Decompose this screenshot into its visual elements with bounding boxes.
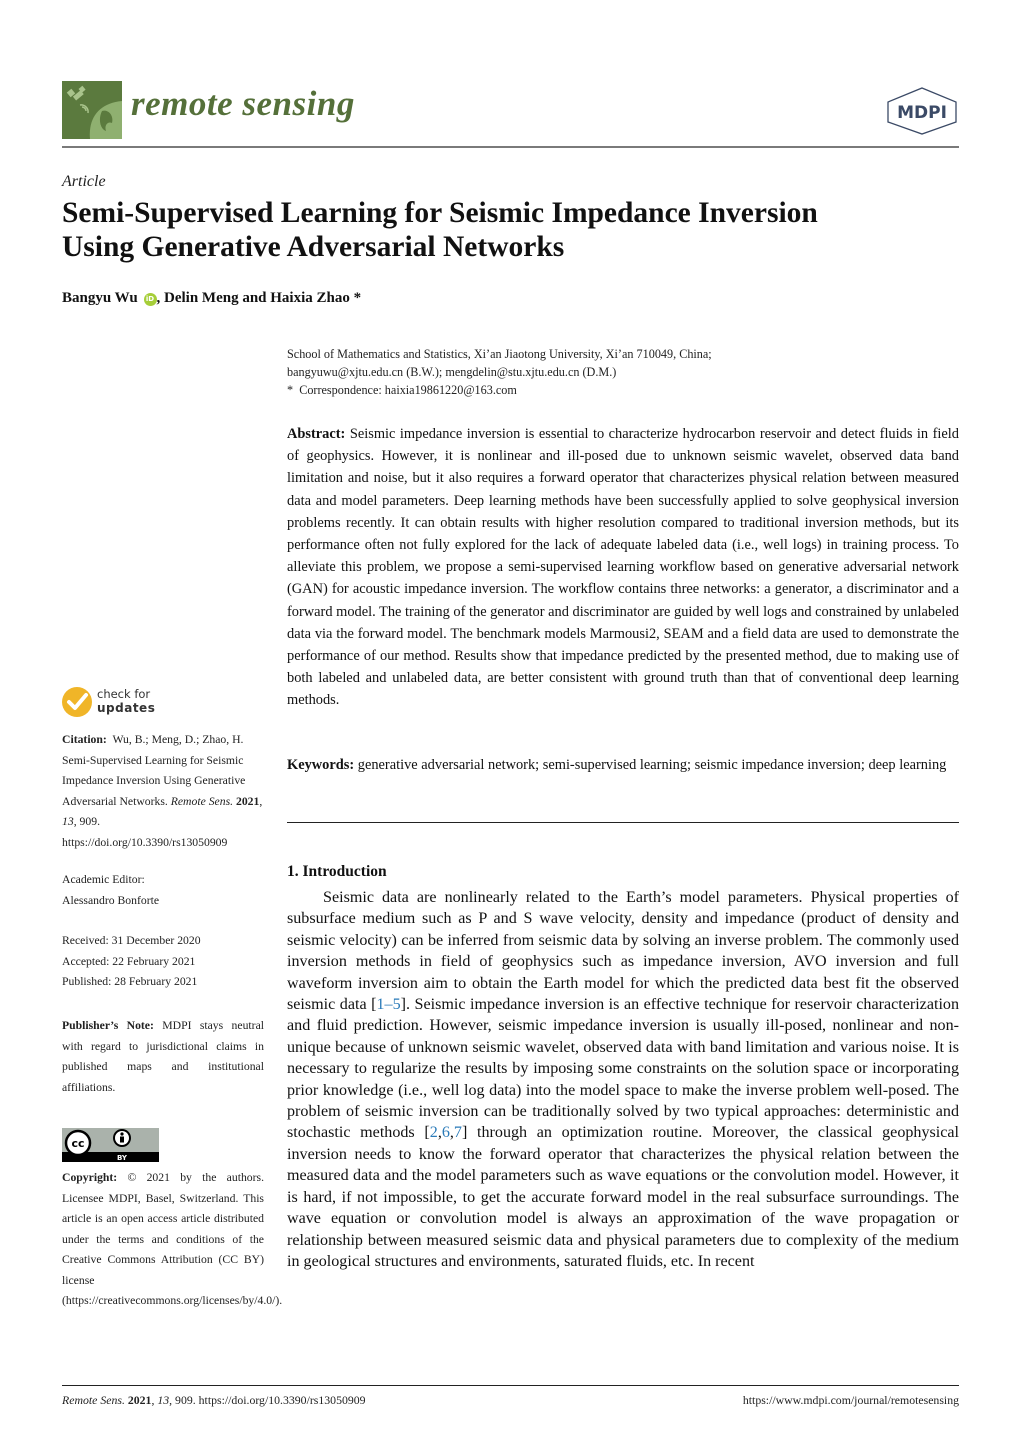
citation-year: 2021 xyxy=(235,794,260,808)
checkmark-icon xyxy=(62,687,92,717)
publisher-note-label: Publisher’s Note: xyxy=(62,1019,154,1032)
copyright-text: © 2021 by the authors. Licensee MDPI, Ba… xyxy=(62,1171,283,1307)
affiliation-block: School of Mathematics and Statistics, Xi… xyxy=(287,345,959,399)
citation-link[interactable]: 2 xyxy=(430,1124,438,1141)
paragraph-text: Seismic data are nonlinearly related to … xyxy=(287,889,959,1014)
footer-journal: Remote Sens. xyxy=(62,1393,125,1407)
check-updates-label: updates xyxy=(97,701,156,715)
abstract-label: Abstract: xyxy=(287,426,346,442)
footer-journal-url[interactable]: https://www.mdpi.com/journal/remotesensi… xyxy=(743,1393,959,1408)
header-divider xyxy=(62,146,959,148)
paragraph-text: ]. Seismic impedance inversion is an eff… xyxy=(287,996,960,1142)
cc-by-text: BY xyxy=(117,1154,128,1162)
affiliation-line: School of Mathematics and Statistics, Xi… xyxy=(287,347,712,361)
footer-citation: Remote Sens. 2021, 13, 909. https://doi.… xyxy=(62,1393,366,1407)
academic-editor: Academic Editor: Alessandro Bonforte xyxy=(62,870,264,911)
author-list: Bangyu Wu iD, Delin Meng and Haixia Zhao… xyxy=(62,290,361,307)
keywords-text: generative adversarial network; semi-sup… xyxy=(357,757,947,773)
title-line-2: Using Generative Adversarial Networks xyxy=(62,231,565,263)
publication-dates: Received: 31 December 2020 Accepted: 22 … xyxy=(62,931,264,993)
mdpi-logo-text: MDPI xyxy=(897,103,947,123)
author-separator: and xyxy=(238,290,271,306)
published-date: Published: 28 February 2021 xyxy=(62,975,198,988)
copyright-block: Copyright: © 2021 by the authors. Licens… xyxy=(62,1168,282,1312)
author-separator: , xyxy=(156,290,164,306)
journal-name: remote sensing xyxy=(131,84,355,123)
author-name: Bangyu Wu xyxy=(62,290,138,306)
keywords-label: Keywords: xyxy=(287,757,355,773)
correspondence-line: * Correspondence: haixia19861220@163.com xyxy=(287,381,959,399)
check-updates-label: check for xyxy=(97,687,151,701)
orcid-icon[interactable]: iD xyxy=(143,293,157,306)
footer-divider xyxy=(62,1385,959,1386)
paragraph-text: ] through an optimization routine. Moreo… xyxy=(287,1124,960,1270)
abstract: Abstract: Seismic impedance inversion is… xyxy=(287,423,959,712)
corresponding-mark: * xyxy=(349,290,362,306)
author-name: Haixia Zhao xyxy=(270,290,350,306)
mdpi-logo-icon: MDPI xyxy=(884,86,960,136)
title-line-1: Semi-Supervised Learning for Seismic Imp… xyxy=(62,197,818,229)
citation-journal: Remote Sens. xyxy=(170,794,234,808)
journal-logo-icon xyxy=(62,81,122,139)
cc-by-license-icon[interactable]: cc BY xyxy=(62,1128,159,1162)
citation-link[interactable]: 1–5 xyxy=(377,996,401,1013)
citation-volume: 13 xyxy=(62,815,74,828)
section-heading-introduction: 1. Introduction xyxy=(287,863,387,880)
correspondence-mark: * xyxy=(287,383,294,397)
abstract-text: Seismic impedance inversion is essential… xyxy=(287,426,959,709)
accepted-date: Accepted: 22 February 2021 xyxy=(62,954,196,968)
correspondence-email[interactable]: Correspondence: haixia19861220@163.com xyxy=(299,383,517,397)
citation-link[interactable]: 7 xyxy=(454,1124,462,1141)
footer-doi-link[interactable]: , 909. https://doi.org/10.3390/rs1305090… xyxy=(169,1393,365,1407)
editor-name: Alessandro Bonforte xyxy=(62,893,160,907)
section-divider xyxy=(287,822,959,823)
footer-volume: 13 xyxy=(157,1393,170,1407)
article-type: Article xyxy=(62,173,106,190)
received-date: Received: 31 December 2020 xyxy=(62,934,201,947)
cc-text: cc xyxy=(71,1137,84,1150)
publisher-note: Publisher’s Note: MDPI stays neutral wit… xyxy=(62,1016,264,1098)
footer-year: 2021 xyxy=(127,1393,152,1407)
citation-block: Citation: Wu, B.; Meng, D.; Zhao, H. Sem… xyxy=(62,733,263,849)
paper-title: Semi-Supervised Learning for Seismic Imp… xyxy=(62,196,962,264)
author-name: Delin Meng xyxy=(164,290,239,306)
citation-link[interactable]: 6 xyxy=(442,1124,450,1141)
keywords: Keywords: generative adversarial network… xyxy=(287,754,959,776)
check-for-updates-button[interactable]: check for updates xyxy=(62,685,222,721)
copyright-label: Copyright: xyxy=(62,1171,118,1184)
editor-label: Academic Editor: xyxy=(62,873,145,886)
introduction-paragraph: Seismic data are nonlinearly related to … xyxy=(287,887,959,1272)
citation-label: Citation: xyxy=(62,733,107,746)
citation-doi[interactable]: , 909. https://doi.org/10.3390/rs1305090… xyxy=(62,815,227,849)
author-emails: bangyuwu@xjtu.edu.cn (B.W.); mengdelin@s… xyxy=(287,365,617,379)
